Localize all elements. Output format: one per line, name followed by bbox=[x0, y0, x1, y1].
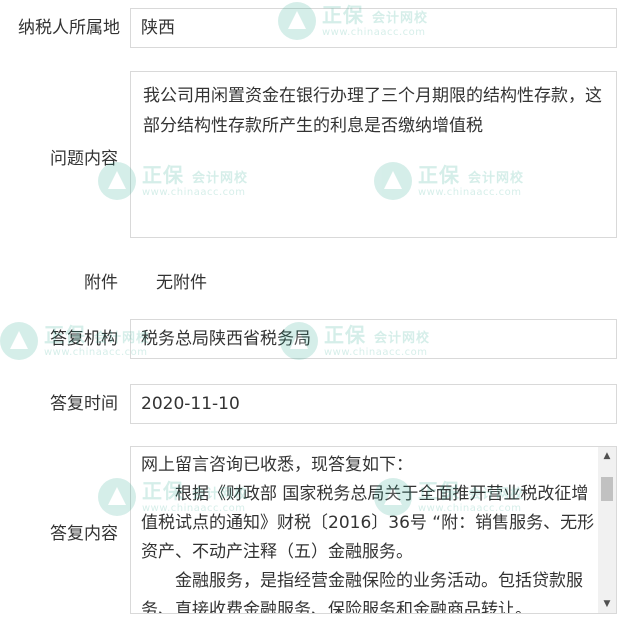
scroll-thumb[interactable] bbox=[601, 477, 613, 501]
chinaacc-logo-icon bbox=[0, 322, 38, 360]
region-field: 陕西 bbox=[130, 8, 617, 48]
reply-time-label: 答复时间 bbox=[50, 394, 118, 414]
attachment-value: 无附件 bbox=[156, 273, 207, 293]
question-label: 问题内容 bbox=[50, 149, 118, 169]
agency-label: 答复机构 bbox=[50, 329, 118, 349]
scroll-up-arrow-icon[interactable]: ▲ bbox=[598, 447, 616, 465]
reply-scrollbar[interactable]: ▲ ▼ bbox=[598, 447, 616, 613]
reply-time-field: 2020-11-10 bbox=[130, 384, 617, 424]
agency-field: 税务总局陕西省税务局 bbox=[130, 319, 617, 359]
question-content-field: 我公司用闲置资金在银行办理了三个月期限的结构性存款，这部分结构性存款所产生的利息… bbox=[130, 71, 617, 238]
reply-content-text: 网上留言咨询已收悉，现答复如下： 根据《财政部 国家税务总局关于全面推开营业税改… bbox=[141, 451, 596, 614]
region-label: 纳税人所属地 bbox=[18, 18, 120, 38]
attachment-label: 附件 bbox=[84, 273, 118, 293]
reply-paragraph: 金融服务，是指经营金融保险的业务活动。包括贷款服务、直接收费金融服务、保险服务和… bbox=[141, 571, 583, 614]
scroll-down-arrow-icon[interactable]: ▼ bbox=[598, 595, 616, 613]
consultation-detail-page: 纳税人所属地 陕西 问题内容 我公司用闲置资金在银行办理了三个月期限的结构性存款… bbox=[0, 0, 633, 626]
reply-paragraph: 根据《财政部 国家税务总局关于全面推开营业税改征增值税试点的通知》财税〔2016… bbox=[141, 484, 595, 562]
reply-content-textarea[interactable]: 网上留言咨询已收悉，现答复如下： 根据《财政部 国家税务总局关于全面推开营业税改… bbox=[130, 446, 617, 614]
reply-content-label: 答复内容 bbox=[50, 524, 118, 544]
reply-paragraph: 网上留言咨询已收悉，现答复如下： bbox=[141, 455, 413, 475]
